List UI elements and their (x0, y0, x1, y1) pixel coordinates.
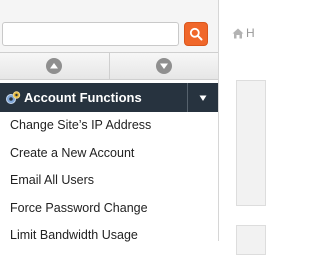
menu-scroll-controls (0, 52, 218, 80)
menu-item-force-password-change[interactable]: Force Password Change (0, 195, 218, 223)
scroll-up-button[interactable] (0, 53, 109, 79)
chevron-down-icon (155, 58, 172, 74)
search-bar (0, 0, 218, 52)
chevron-up-icon (46, 58, 63, 74)
content-panel (236, 80, 266, 206)
account-functions-group-header[interactable]: Account Functions (0, 83, 218, 112)
group-toggle-button[interactable] (187, 83, 218, 112)
account-functions-icon (5, 90, 21, 106)
breadcrumb-home-text: H (246, 26, 255, 40)
search-input[interactable] (2, 22, 179, 46)
menu-item-change-site-ip[interactable]: Change Site’s IP Address (0, 112, 218, 140)
menu-item-limit-bandwidth-usage[interactable]: Limit Bandwidth Usage (0, 222, 218, 250)
search-icon (189, 27, 203, 41)
caret-down-icon (199, 95, 207, 101)
menu-item-create-new-account[interactable]: Create a New Account (0, 140, 218, 168)
home-icon (232, 28, 244, 38)
menu-item-email-all-users[interactable]: Email All Users (0, 167, 218, 195)
breadcrumb[interactable]: H (232, 26, 255, 40)
sidebar: Account Functions Change Site’s IP Addre… (0, 0, 219, 242)
group-title: Account Functions (24, 90, 142, 105)
account-functions-menu: Change Site’s IP Address Create a New Ac… (0, 112, 218, 250)
content-panel-secondary (236, 225, 266, 255)
scroll-down-button[interactable] (108, 53, 219, 79)
search-button[interactable] (184, 22, 208, 46)
